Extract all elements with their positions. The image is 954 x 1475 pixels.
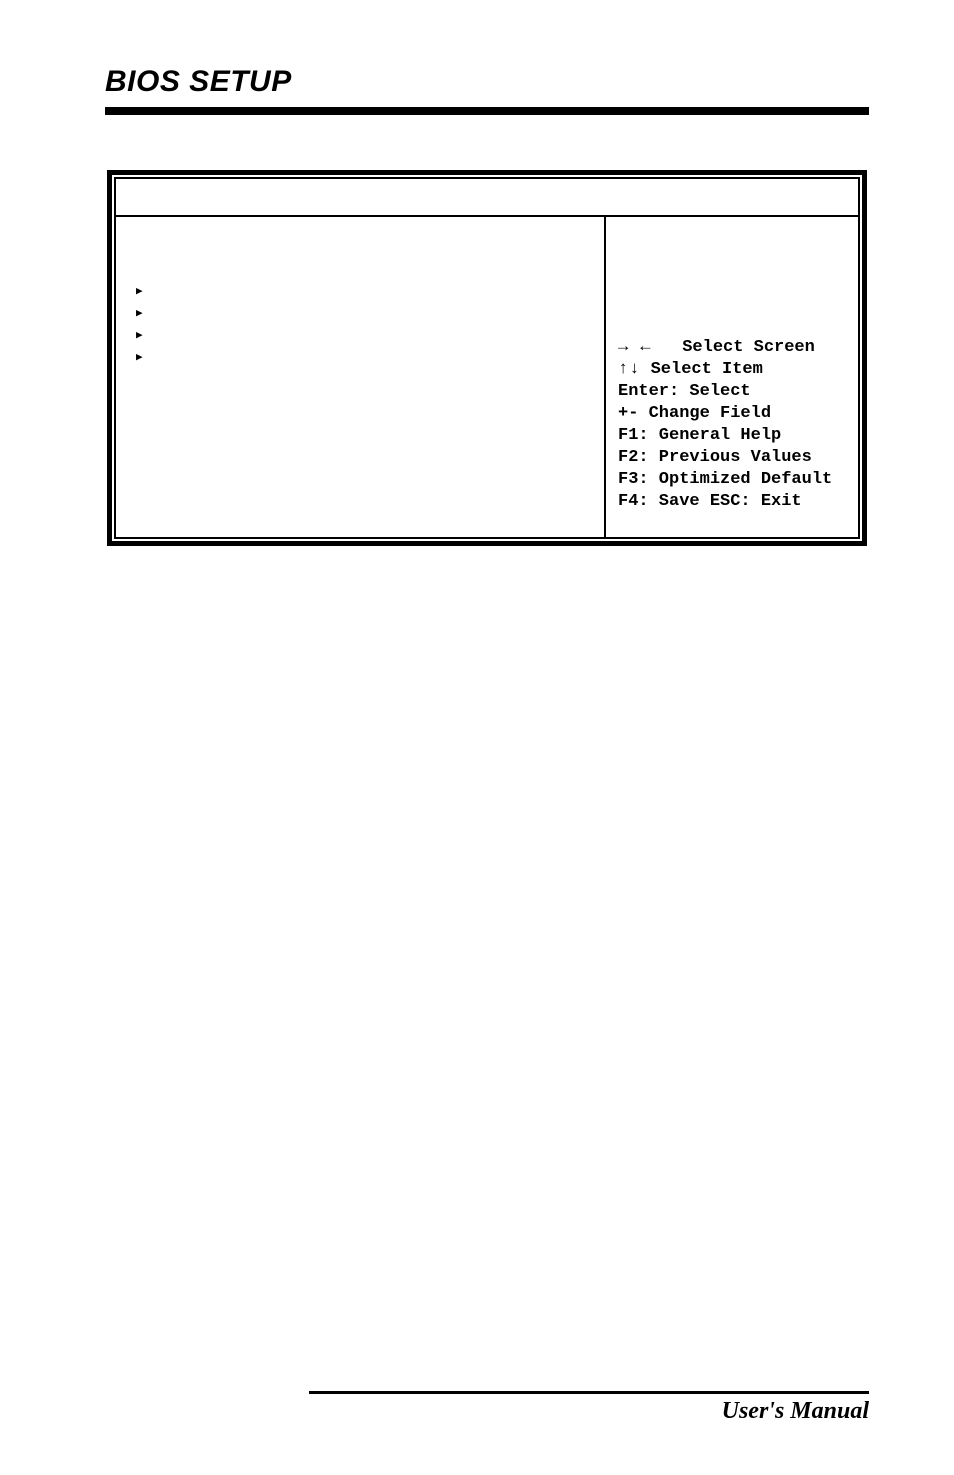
header-divider bbox=[105, 107, 869, 115]
nav-optimized-default: F3: Optimized Default bbox=[618, 469, 850, 491]
bios-help-panel: → ← Select Screen ↑↓ Select Item Enter: … bbox=[606, 217, 858, 537]
nav-enter: Enter: Select bbox=[618, 381, 850, 403]
nav-general-help: F1: General Help bbox=[618, 425, 850, 447]
nav-select-screen: → ← Select Screen bbox=[618, 337, 850, 359]
triangle-right-icon: ▶ bbox=[136, 303, 154, 325]
triangle-right-icon: ▶ bbox=[136, 325, 154, 347]
menu-item[interactable]: ▶ bbox=[136, 303, 592, 325]
arrow-up-down-icon: ↑↓ bbox=[618, 360, 640, 379]
nav-select-item: ↑↓ Select Item bbox=[618, 359, 850, 381]
nav-save-exit: F4: Save ESC: Exit bbox=[618, 491, 850, 513]
bios-title-row bbox=[116, 179, 858, 217]
menu-item[interactable]: ▶ bbox=[136, 281, 592, 303]
nav-change-field: +- Change Field bbox=[618, 403, 850, 425]
triangle-right-icon: ▶ bbox=[136, 347, 154, 369]
bios-box: ▶ ▶ ▶ ▶ → ← Select Screen bbox=[107, 170, 867, 546]
triangle-right-icon: ▶ bbox=[136, 281, 154, 303]
footer-divider bbox=[309, 1391, 869, 1394]
footer-label: User's Manual bbox=[105, 1398, 869, 1425]
menu-item[interactable]: ▶ bbox=[136, 347, 592, 369]
arrow-left-right-icon: → ← bbox=[618, 338, 652, 357]
nav-previous-values: F2: Previous Values bbox=[618, 447, 850, 469]
bios-menu-panel: ▶ ▶ ▶ ▶ bbox=[116, 217, 606, 537]
page-header: BIOS SETUP bbox=[105, 65, 869, 99]
menu-item[interactable]: ▶ bbox=[136, 325, 592, 347]
